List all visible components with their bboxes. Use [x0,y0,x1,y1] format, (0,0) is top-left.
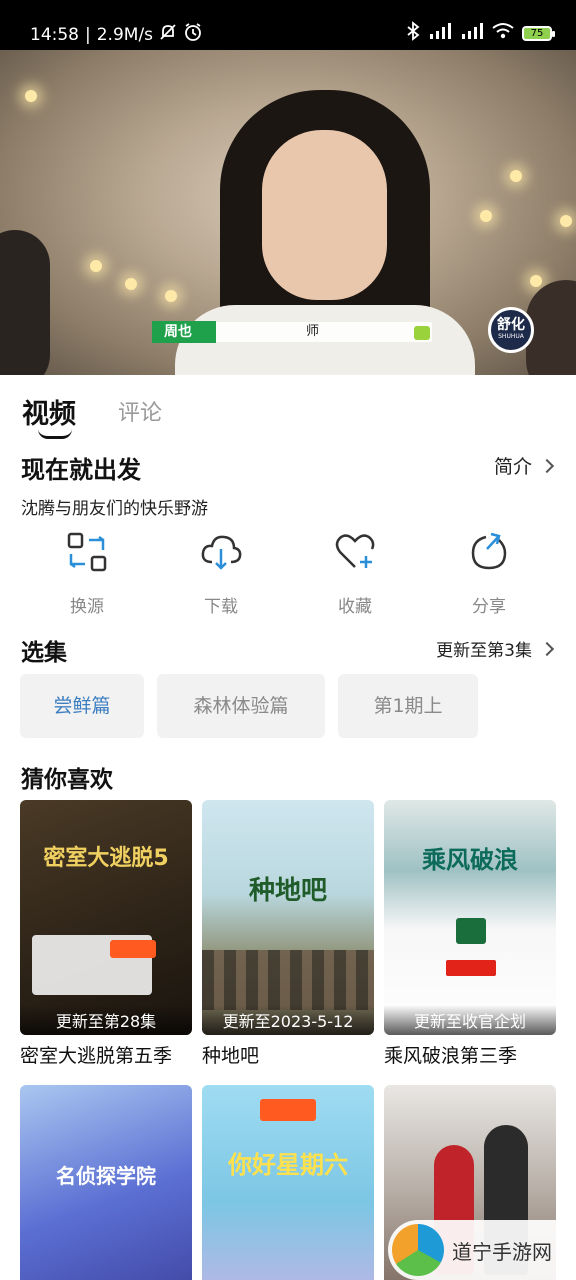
subtitle-brand: 周也 [152,321,216,343]
status-bar: 14:58 | 2.9M/s 75 [0,0,576,50]
sponsor-logo: 舒化 SHUHUA [488,307,534,353]
show-description: 沈腾与朋友们的快乐野游 [21,499,208,519]
heart-plus-icon [335,534,375,568]
alarm-icon [183,22,203,47]
switch-source-label: 换源 [70,597,104,617]
recommendation-name: 种地吧 [202,1045,260,1067]
mute-icon [159,23,177,46]
share-button[interactable]: 分享 [439,532,539,617]
intro-link[interactable]: 简介 [493,452,555,479]
episode-badge: 更新至收官企划 [384,1005,556,1035]
poster-image: 你好星期六 [202,1085,374,1280]
download-icon [201,535,242,570]
content-tabs: 视频 评论 [0,375,576,439]
recommendation-card[interactable]: 乘风破浪 更新至收官企划 乘风破浪第三季 [384,800,556,1068]
recommendation-name: 密室大逃脱第五季 [20,1045,173,1067]
tab-comments[interactable]: 评论 [118,395,162,427]
subtitle-text: 师 [306,324,320,339]
download-button[interactable]: 下载 [171,532,271,617]
watermark-text: 道宁手游网 [452,1239,552,1264]
wifi-icon [492,22,514,45]
intro-label: 简介 [493,456,532,478]
episode-chip[interactable]: 第1期上 [338,674,478,738]
share-label: 分享 [472,597,506,617]
show-title: 现在就出发 [21,456,141,484]
recommendation-name: 乘风破浪第三季 [384,1045,518,1067]
bluetooth-icon [406,21,420,46]
signal-icon-2 [460,22,484,45]
switch-source-icon [67,532,107,572]
recommendations-title: 猜你喜欢 [21,767,113,793]
watermark-logo-icon [392,1224,444,1276]
recommendation-card[interactable]: 密室大逃脱5 更新至第28集 密室大逃脱第五季 [20,800,192,1068]
poster-image: 密室大逃脱5 更新至第28集 [20,800,192,1035]
signal-icon [428,22,452,45]
favorite-button[interactable]: 收藏 [305,532,405,617]
status-time: 14:58 [30,24,79,45]
episode-badge: 更新至2023-5-12 [202,1005,374,1035]
video-player[interactable]: 周也 师 舒化 SHUHUA [0,50,576,375]
poster-image: 乘风破浪 更新至收官企划 [384,800,556,1035]
network-speed: 2.9M/s [96,24,154,45]
switch-source-button[interactable]: 换源 [37,532,137,617]
recommendation-card[interactable]: 名侦探学院 [20,1085,192,1280]
poster-image: 种地吧 更新至2023-5-12 [202,800,374,1035]
action-row: 换源 下载 收藏 分享 [0,532,576,617]
poster-image: 名侦探学院 [20,1085,192,1280]
episode-chip[interactable]: 尝鲜篇 [20,674,144,738]
episode-chip[interactable]: 森林体验篇 [157,674,325,738]
battery-icon: 75 [522,26,555,41]
tab-active-indicator [38,429,72,439]
episode-badge: 更新至第28集 [20,1005,192,1035]
download-label: 下载 [204,597,238,617]
recommendation-card[interactable]: 种地吧 更新至2023-5-12 种地吧 [202,800,374,1068]
watermark: 道宁手游网 [388,1220,576,1280]
favorite-label: 收藏 [338,597,372,617]
share-icon [471,532,507,570]
episodes-update-text: 更新至第3集 [436,641,532,661]
chevron-right-icon [539,458,555,473]
chevron-right-icon [539,641,555,656]
episodes-update-link[interactable]: 更新至第3集 [436,636,555,661]
recommendation-card[interactable]: 你好星期六 [202,1085,374,1280]
tab-video[interactable]: 视频 [22,392,76,431]
episodes-title: 选集 [21,640,67,666]
